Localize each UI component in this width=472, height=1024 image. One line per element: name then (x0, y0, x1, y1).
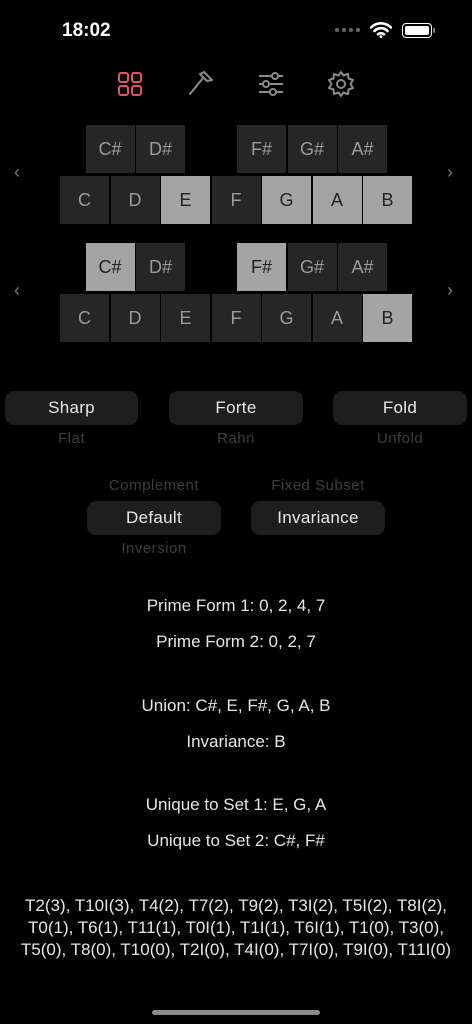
battery-icon (402, 22, 435, 38)
gear-icon (328, 71, 354, 97)
keyboard2-prev-button[interactable]: ‹ (14, 280, 20, 301)
mode-picker[interactable]: Default (87, 501, 221, 535)
set2-key-f-sharp[interactable]: F# (237, 243, 286, 291)
naming-system-picker-next-option[interactable]: Rahn (169, 430, 303, 447)
set2-key-g[interactable]: G (262, 294, 311, 342)
settings-button[interactable] (323, 66, 359, 102)
set2-key-g-sharp[interactable]: G# (287, 243, 337, 291)
set2-key-d-sharp[interactable]: D# (136, 243, 185, 291)
set1-key-e[interactable]: E (161, 176, 210, 224)
keyboard-set-1: C D E F G A B C# D# F# G# A# (60, 125, 412, 235)
set2-key-c[interactable]: C (60, 294, 109, 342)
set1-key-c[interactable]: C (60, 176, 109, 224)
top-toolbar (0, 66, 472, 102)
mode-picker-prev-option[interactable]: Complement (87, 477, 221, 494)
keyboard1-prev-button[interactable]: ‹ (14, 162, 20, 183)
set1-key-a-sharp[interactable]: A# (338, 125, 387, 173)
sliders-icon (259, 72, 283, 96)
set2-key-e[interactable]: E (161, 294, 210, 342)
set2-key-d[interactable]: D (110, 294, 160, 342)
set1-key-g[interactable]: G (262, 176, 311, 224)
sliders-button[interactable] (253, 66, 289, 102)
status-icons (335, 22, 435, 38)
set1-key-b[interactable]: B (363, 176, 412, 224)
prime-form-2: Prime Form 2: 0, 2, 7 (156, 632, 316, 651)
fold-picker[interactable]: Fold (333, 391, 467, 425)
display-picker-prev-option[interactable]: Fixed Subset (251, 477, 385, 494)
keyboard1-next-button[interactable]: › (447, 162, 453, 183)
set2-key-f[interactable]: F (211, 294, 261, 342)
fold-picker-next-option[interactable]: Unfold (333, 430, 467, 447)
set1-key-d-sharp[interactable]: D# (136, 125, 185, 173)
grid-icon (118, 72, 142, 96)
display-picker[interactable]: Invariance (251, 501, 385, 535)
unique-set-2: Unique to Set 2: C#, F# (147, 831, 325, 850)
set2-key-b[interactable]: B (363, 294, 412, 342)
accidental-picker[interactable]: Sharp (5, 391, 138, 425)
mode-picker-next-option[interactable]: Inversion (87, 540, 221, 557)
set1-key-g-sharp[interactable]: G# (287, 125, 337, 173)
keyboard2-next-button[interactable]: › (447, 280, 453, 301)
union-result: Union: C#, E, F#, G, A, B (141, 696, 331, 715)
set1-key-d[interactable]: D (110, 176, 160, 224)
tuning-fork-button[interactable] (182, 66, 218, 102)
set1-key-f[interactable]: F (211, 176, 261, 224)
set2-key-a[interactable]: A (312, 294, 362, 342)
set1-key-a[interactable]: A (312, 176, 362, 224)
prime-form-1: Prime Form 1: 0, 2, 4, 7 (146, 596, 326, 615)
wifi-icon (370, 22, 392, 38)
set1-key-c-sharp[interactable]: C# (85, 125, 135, 173)
accidental-picker-next-option[interactable]: Flat (5, 430, 138, 447)
home-indicator[interactable] (152, 1010, 320, 1015)
invariance-result: Invariance: B (186, 732, 286, 751)
naming-system-picker[interactable]: Forte (169, 391, 303, 425)
cellular-signal-icon (335, 28, 360, 32)
set1-key-f-sharp[interactable]: F# (237, 125, 286, 173)
unique-set-1: Unique to Set 1: E, G, A (145, 795, 327, 814)
status-time: 18:02 (62, 20, 111, 41)
set2-key-c-sharp[interactable]: C# (85, 243, 135, 291)
keyboard-set-2: C D E F G A B C# D# F# G# A# (60, 243, 412, 353)
tuning-fork-icon (189, 71, 213, 95)
status-bar: 18:02 (0, 0, 472, 60)
set2-key-a-sharp[interactable]: A# (338, 243, 387, 291)
grid-button[interactable] (112, 66, 148, 102)
transformation-list: T2(3), T10I(3), T4(2), T7(2), T9(2), T3I… (20, 896, 452, 959)
